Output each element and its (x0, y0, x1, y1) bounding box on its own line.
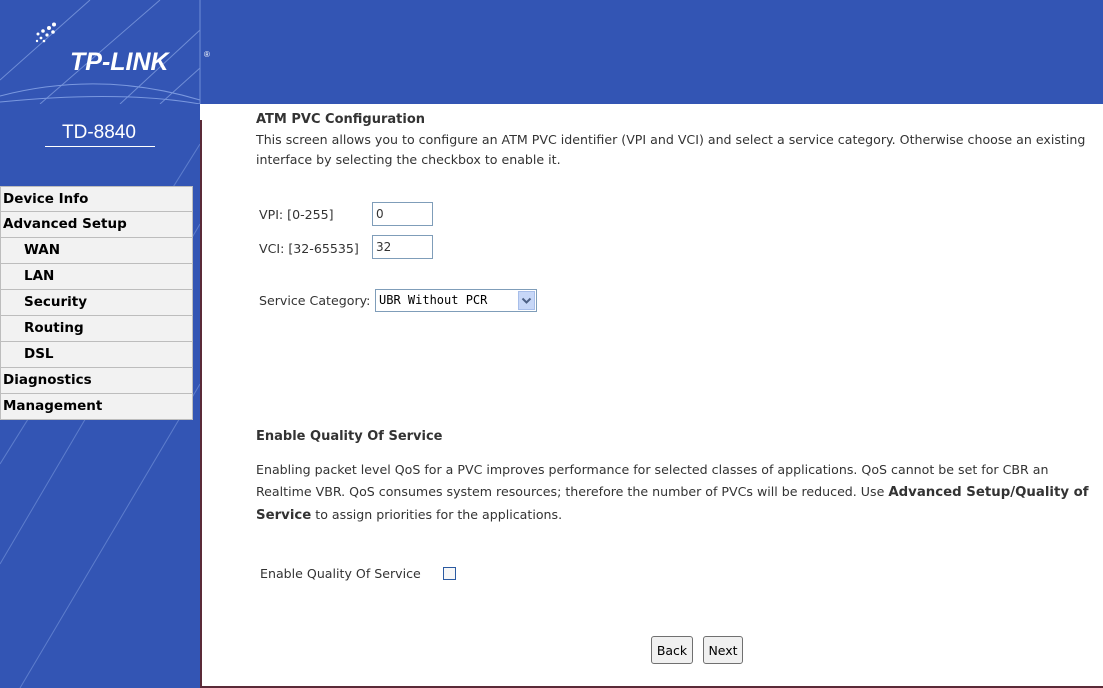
qos-desc-part3: to assign priorities for the application… (311, 507, 563, 522)
qos-desc-part1: Enabling packet level QoS for a PVC impr… (256, 462, 1049, 477)
vci-label: VCI: [32-65535] (259, 241, 359, 256)
qos-description: Enabling packet level QoS for a PVC impr… (256, 459, 1103, 527)
qos-checkbox-label: Enable Quality Of Service (260, 566, 421, 581)
sidebar-item-advanced-setup[interactable]: Advanced Setup (0, 212, 193, 238)
sidebar-item-lan[interactable]: LAN (0, 264, 193, 290)
service-category-value: UBR Without PCR (379, 293, 488, 307)
vpi-input[interactable] (372, 202, 433, 226)
sidebar-item-diagnostics[interactable]: Diagnostics (0, 368, 193, 394)
content-panel-border (200, 120, 202, 686)
service-category-select[interactable]: UBR Without PCR (375, 289, 537, 312)
qos-section-title: Enable Quality Of Service (256, 429, 443, 444)
tplink-logo-icon (35, 22, 56, 43)
enable-qos-checkbox[interactable] (443, 567, 456, 580)
brand-logo-text: TP-LINK (70, 48, 169, 76)
sidebar-item-management[interactable]: Management (0, 394, 193, 420)
page-title: ATM PVC Configuration (256, 112, 425, 127)
content-panel (200, 104, 1103, 688)
page-description: This screen allows you to configure an A… (256, 132, 1086, 167)
chevron-down-icon[interactable] (518, 291, 535, 310)
sidebar-menu: Device Info Advanced Setup WAN LAN Secur… (0, 186, 193, 420)
sidebar: TD-8840 Device Info Advanced Setup WAN L… (0, 104, 200, 688)
sidebar-item-routing[interactable]: Routing (0, 316, 193, 342)
model-underline (45, 146, 155, 147)
header-banner: TP-LINK ® (0, 0, 1103, 104)
next-button[interactable]: Next (703, 636, 743, 664)
model-name: TD-8840 (62, 122, 136, 143)
service-category-label: Service Category: (259, 293, 371, 308)
sidebar-item-wan[interactable]: WAN (0, 238, 193, 264)
vci-input[interactable] (372, 235, 433, 259)
sidebar-item-security[interactable]: Security (0, 290, 193, 316)
qos-desc-part2: Realtime VBR. QoS consumes system resour… (256, 484, 889, 499)
sidebar-item-dsl[interactable]: DSL (0, 342, 193, 368)
sidebar-item-device-info[interactable]: Device Info (0, 186, 193, 212)
brand-registered-mark: ® (204, 50, 210, 59)
back-button[interactable]: Back (651, 636, 693, 664)
vpi-label: VPI: [0-255] (259, 207, 334, 222)
